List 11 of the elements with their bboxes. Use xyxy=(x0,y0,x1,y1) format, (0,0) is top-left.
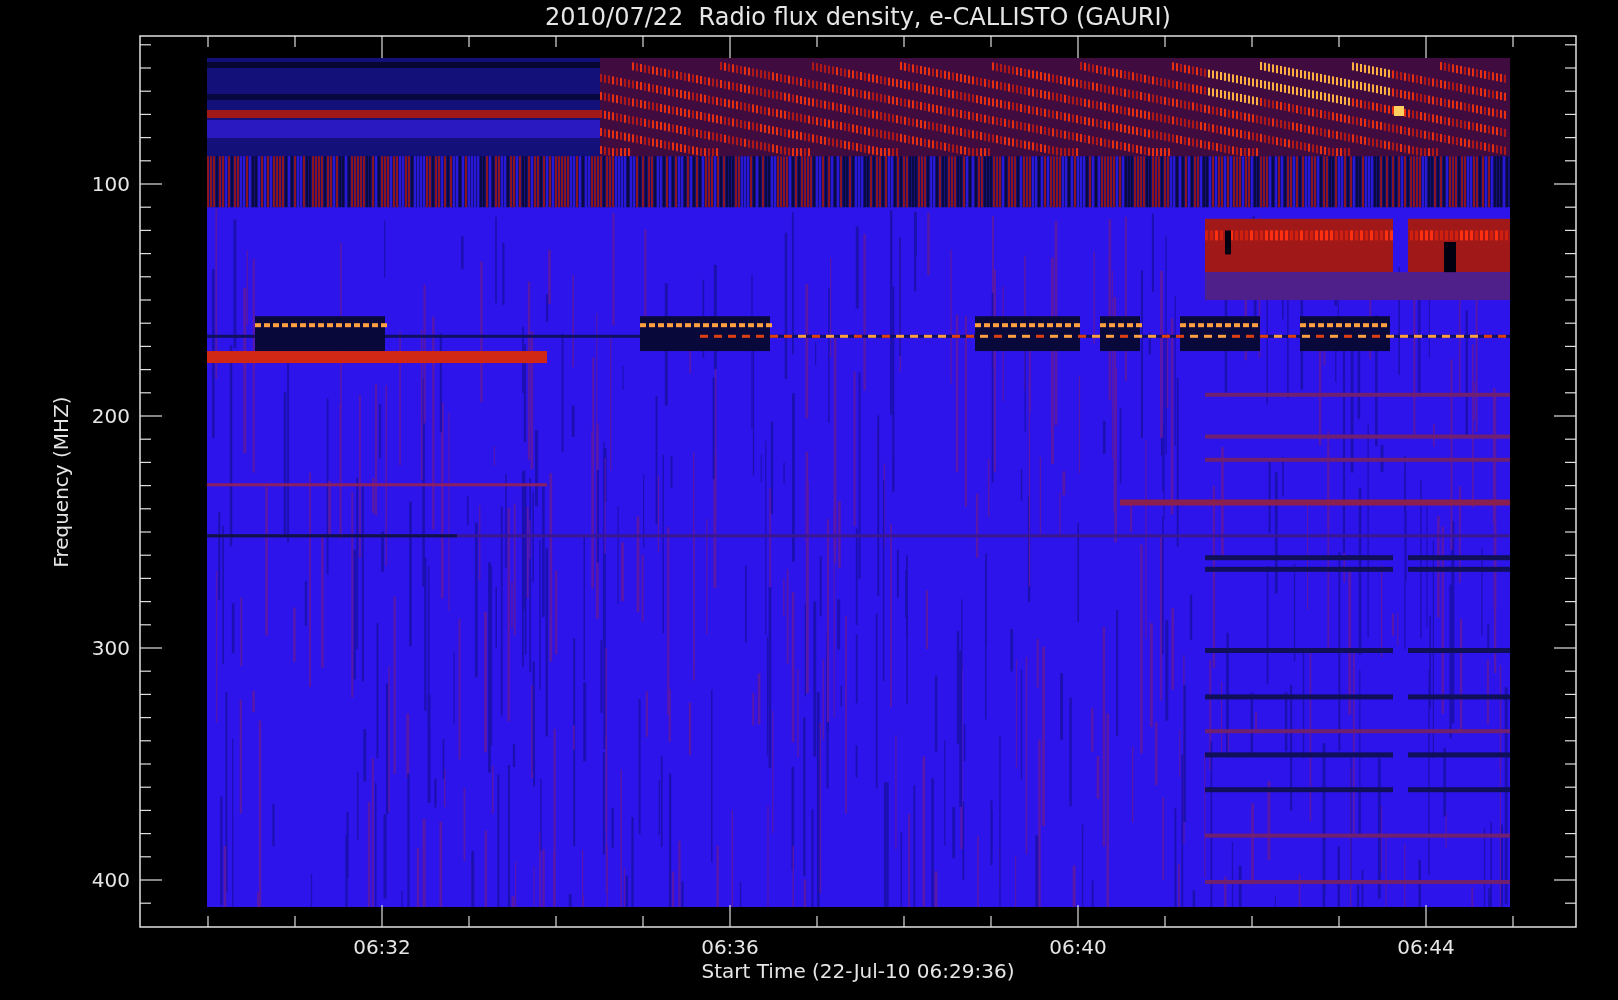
x-axis-label: Start Time (22-Jul-10 06:29:36) xyxy=(701,959,1015,983)
x-tick-label: 06:32 xyxy=(353,935,411,959)
chart-title: 2010/07/22 Radio flux density, e-CALLISTO (GAURI) xyxy=(545,3,1171,31)
y-tick-label: 400 xyxy=(91,868,130,892)
y-tick-label: 200 xyxy=(91,404,130,428)
x-tick-label: 06:36 xyxy=(701,935,759,959)
x-tick-label: 06:44 xyxy=(1397,935,1455,959)
y-axis-label: Frequency (MHZ) xyxy=(49,396,73,568)
y-tick-label: 300 xyxy=(91,636,130,660)
y-tick-label: 100 xyxy=(91,172,130,196)
x-tick-label: 06:40 xyxy=(1049,935,1107,959)
